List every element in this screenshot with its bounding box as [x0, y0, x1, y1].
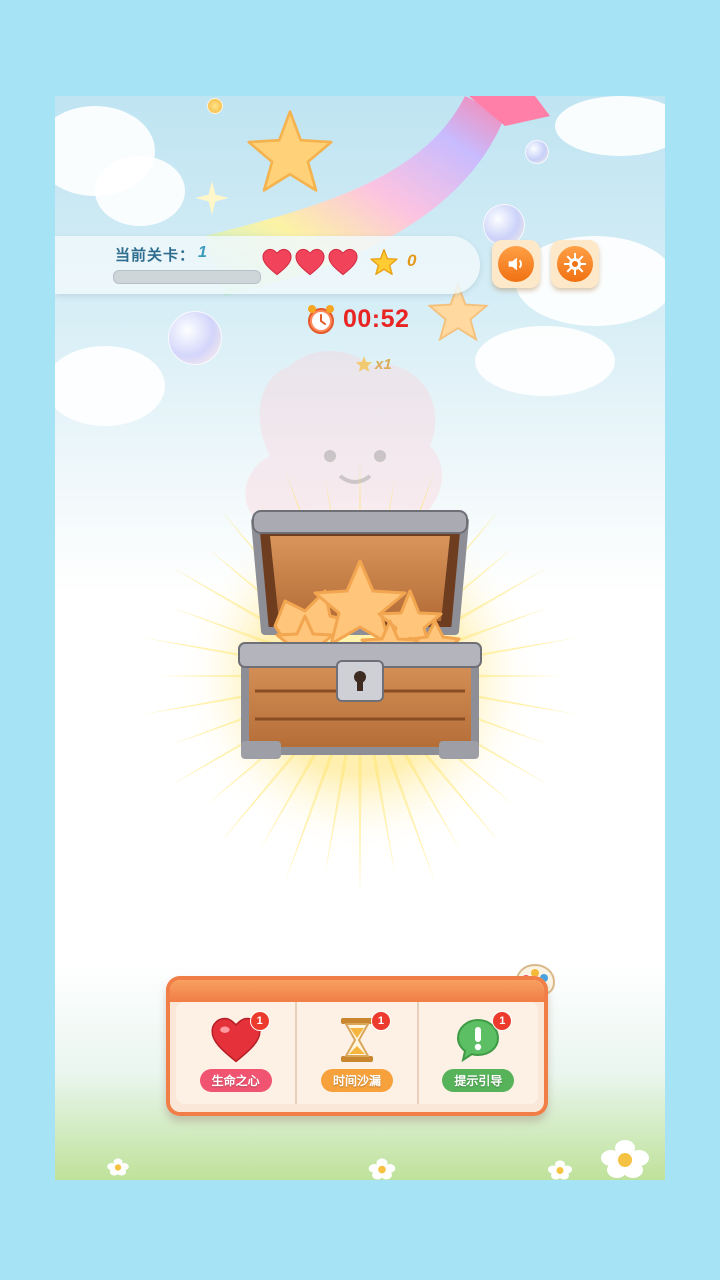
gold-star-decoration: [247, 110, 333, 192]
powerup-count-badge: 1: [370, 1010, 391, 1031]
powerup-panel: 1 生命之心 1 时间沙漏 1 提示引导: [166, 976, 548, 1116]
life-heart-icon: [295, 248, 325, 276]
star-multiplier: x1: [355, 355, 392, 373]
gear-icon: [557, 246, 593, 282]
sparkle-icon: [195, 181, 229, 215]
game-screen: 当前关卡： 1 0 00:52 x1 1 生命之心 1 时间沙漏 1 提示引导: [55, 96, 665, 1180]
powerup-list: 1 生命之心 1 时间沙漏 1 提示引导: [176, 1002, 538, 1104]
level-progress-bar: [113, 270, 261, 284]
cloud: [95, 156, 185, 226]
heart-icon: 1: [208, 1010, 270, 1065]
level-number: 1: [198, 244, 207, 261]
panel-header-strip: [170, 980, 544, 1002]
flower-decoration: [601, 1140, 649, 1178]
settings-button[interactable]: [551, 240, 599, 288]
star-count: 0: [407, 251, 417, 270]
multiplier-value: x1: [375, 355, 392, 373]
star-icon: [370, 248, 398, 276]
powerup-label: 时间沙漏: [320, 1068, 393, 1092]
timer-value: 00:52: [343, 304, 410, 333]
countdown-timer: 00:52: [305, 303, 409, 335]
bubble: [168, 311, 222, 365]
hud-bar: 当前关卡： 1 0: [55, 236, 480, 294]
alarm-clock-icon: [308, 305, 334, 334]
powerup-count-badge: 1: [492, 1010, 513, 1031]
powerup-hourglass[interactable]: 1 时间沙漏: [295, 1002, 416, 1104]
powerup-heart[interactable]: 1 生命之心: [176, 1002, 295, 1104]
life-heart-icon: [262, 248, 292, 276]
hourglass-icon: 1: [329, 1010, 391, 1065]
flower-decoration: [107, 1158, 129, 1176]
flower-decoration: [368, 1158, 396, 1180]
powerup-count-badge: 1: [249, 1010, 270, 1031]
speaker-icon: [498, 246, 534, 282]
powerup-label: 生命之心: [199, 1068, 272, 1092]
powerup-label: 提示引导: [442, 1068, 515, 1092]
bubble: [525, 140, 549, 164]
exclamation-bubble-icon: 1: [450, 1010, 513, 1065]
bubble: [207, 98, 223, 114]
life-heart-icon: [328, 248, 358, 276]
cloud: [55, 346, 165, 426]
sound-button[interactable]: [492, 240, 540, 288]
lives-display: [262, 248, 358, 276]
flower-decoration: [548, 1160, 572, 1180]
star-icon: [355, 356, 373, 372]
treasure-chest[interactable]: [135, 451, 585, 891]
level-label: 当前关卡：: [115, 247, 196, 264]
powerup-hint[interactable]: 1 提示引导: [416, 1002, 538, 1104]
